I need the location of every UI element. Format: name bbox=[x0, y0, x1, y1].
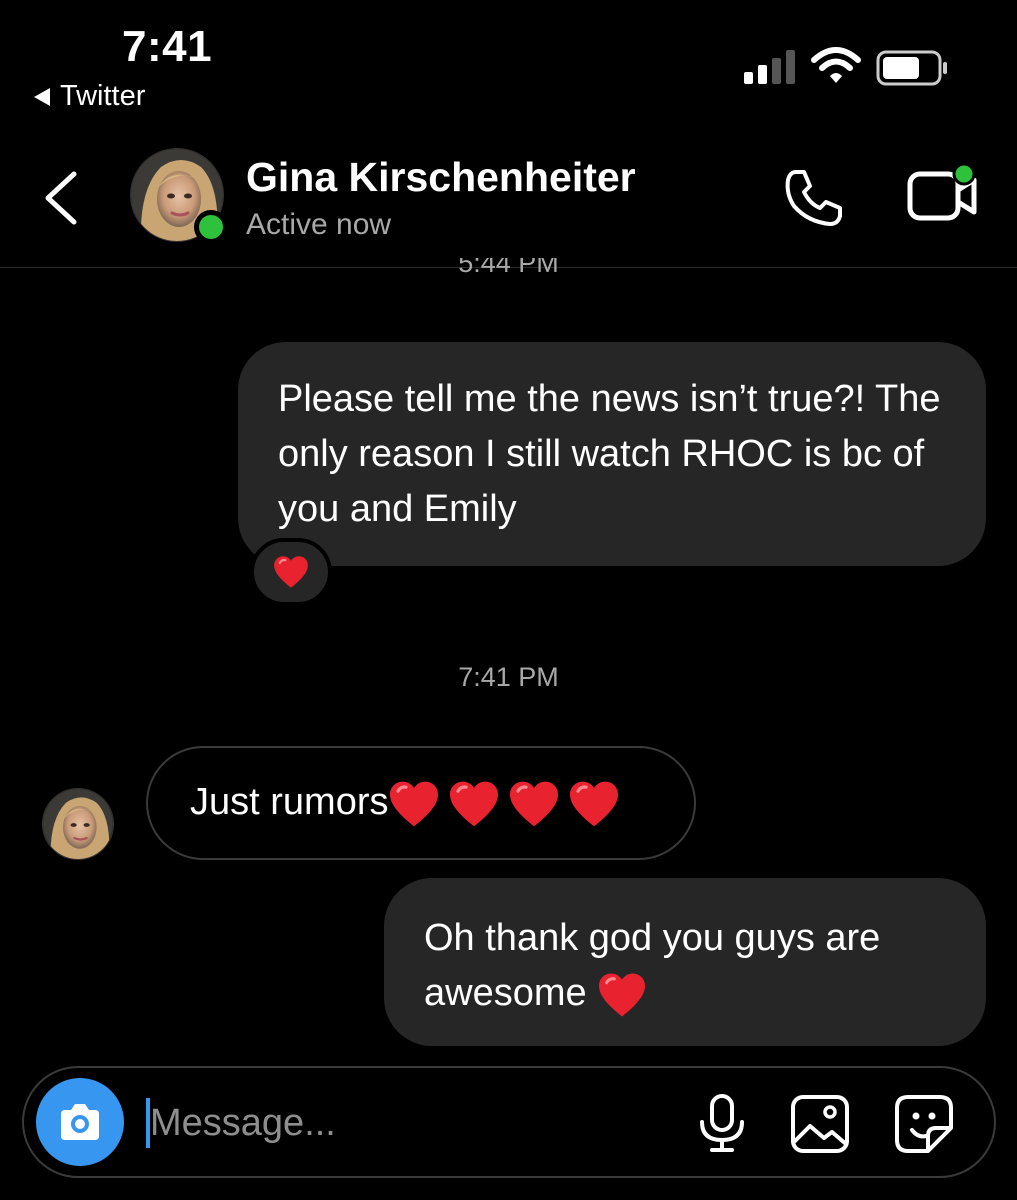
microphone-icon[interactable] bbox=[696, 1094, 748, 1154]
cellular-signal-icon bbox=[744, 50, 795, 84]
message-composer bbox=[22, 1066, 996, 1178]
status-time: 7:41 bbox=[122, 22, 213, 71]
sticker-icon[interactable] bbox=[894, 1094, 954, 1154]
outgoing-message[interactable]: Oh thank god you guys are awesome bbox=[384, 878, 986, 1046]
heart-icon bbox=[388, 780, 440, 828]
back-triangle-icon bbox=[34, 87, 50, 106]
outgoing-message-text: Oh thank god you guys are awesome bbox=[424, 917, 881, 1014]
heart-icon bbox=[597, 972, 647, 1018]
incoming-message-text: Just rumors bbox=[190, 781, 389, 823]
camera-icon bbox=[61, 1104, 99, 1140]
back-chevron-icon[interactable] bbox=[40, 170, 84, 226]
heart-icon bbox=[568, 780, 620, 828]
heart-icon bbox=[508, 780, 560, 828]
contact-name[interactable]: Gina Kirschenheiter bbox=[246, 154, 636, 201]
battery-icon bbox=[876, 50, 947, 86]
outgoing-message[interactable]: Please tell me the news isn’t true?! The… bbox=[238, 342, 986, 566]
contact-avatar[interactable] bbox=[130, 148, 228, 244]
incoming-message[interactable]: Just rumors bbox=[146, 746, 696, 860]
contact-status: Active now bbox=[246, 208, 392, 241]
video-camera-icon[interactable] bbox=[904, 160, 980, 230]
chat-header: Gina Kirschenheiter Active now bbox=[0, 140, 1017, 268]
phone-icon[interactable] bbox=[782, 166, 846, 230]
image-icon[interactable] bbox=[790, 1094, 850, 1154]
dm-screen: 7:41 Twitter Gina Kirschenheiter Active … bbox=[0, 0, 1017, 1200]
camera-button[interactable] bbox=[36, 1078, 124, 1166]
back-to-app-link[interactable]: Twitter bbox=[34, 80, 145, 113]
message-timestamp: 7:41 PM bbox=[458, 662, 559, 692]
heart-icon bbox=[448, 780, 500, 828]
message-timestamp: 5:44 PM bbox=[0, 258, 1017, 284]
sender-avatar[interactable] bbox=[42, 788, 114, 860]
timestamp-text: 5:44 PM bbox=[458, 258, 559, 278]
heart-reaction[interactable] bbox=[250, 538, 332, 606]
wifi-icon bbox=[811, 47, 861, 83]
message-input[interactable] bbox=[150, 1094, 570, 1152]
heart-icon bbox=[273, 555, 309, 589]
online-indicator bbox=[194, 210, 228, 244]
back-app-label: Twitter bbox=[60, 80, 146, 112]
